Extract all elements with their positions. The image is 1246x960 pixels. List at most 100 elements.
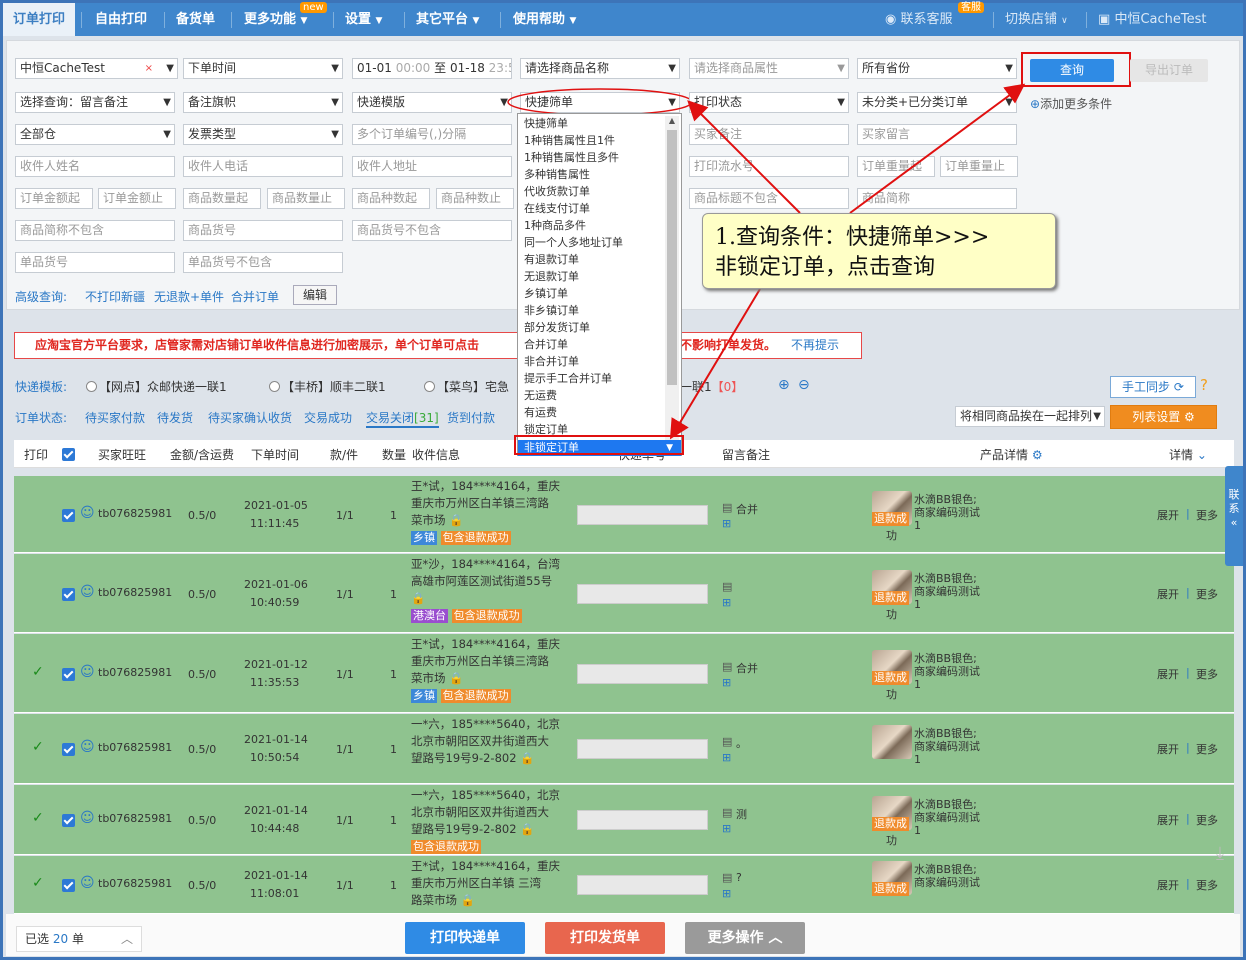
buyer-nick[interactable]: tb076825981 (98, 877, 172, 890)
add-more-conditions-link[interactable]: ⊕添加更多条件 (1030, 95, 1112, 112)
kind-from-input[interactable]: 商品种数起 (352, 188, 430, 209)
add-memo-icon[interactable]: ⊞ (722, 887, 731, 900)
dropdown-option[interactable]: 合并订单 (524, 337, 568, 353)
short-name-exclude-input[interactable]: 商品简称不包含 (15, 220, 175, 241)
gear-icon[interactable]: ⚙ (1032, 448, 1043, 462)
receiver-address-input[interactable]: 收件人地址 (352, 156, 512, 177)
tab-help[interactable]: 使用帮助 ▼ (513, 3, 576, 36)
order-time-select[interactable]: 下单时间 ▼ (183, 58, 343, 79)
express-option-1[interactable]: 【网点】众邮快递一联1 (86, 378, 227, 395)
flag-select[interactable]: 备注旗帜 ▼ (183, 92, 343, 113)
contact-side-tab[interactable]: 联系 « (1225, 466, 1243, 566)
dropdown-option[interactable]: 无退款订单 (524, 269, 579, 285)
dropdown-option[interactable]: 无运费 (524, 388, 557, 404)
lock-icon[interactable]: 🔒 (449, 513, 463, 527)
memo-icon[interactable]: ▤ (722, 580, 732, 593)
multi-order-input[interactable]: 多个订单编号(,)分隔 (352, 124, 512, 145)
lock-icon[interactable]: 🔒 (520, 751, 534, 765)
table-row[interactable]: ✓ ☺ tb076825981 0.5/0 2021-01-12 11:35:5… (14, 634, 1234, 713)
buyer-nick[interactable]: tb076825981 (98, 666, 172, 679)
tracking-number-input[interactable] (577, 810, 708, 830)
row-checkbox[interactable] (62, 509, 75, 522)
dropdown-option[interactable]: 提示手工合并订单 (524, 371, 612, 387)
buyer-nick[interactable]: tb076825981 (98, 812, 172, 825)
memo-icon[interactable]: ▤ (722, 871, 732, 884)
row-checkbox[interactable] (62, 588, 75, 601)
lock-icon[interactable]: 🔒 (411, 591, 425, 605)
expand-link[interactable]: 展开 (1157, 812, 1179, 828)
more-link[interactable]: 更多 (1196, 666, 1218, 682)
dropdown-option[interactable]: 代收货款订单 (524, 184, 590, 200)
lock-icon[interactable]: 🔒 (461, 893, 475, 907)
status-cod[interactable]: 货到付款 (447, 409, 495, 426)
tab-order-print[interactable]: 订单打印 (3, 3, 76, 36)
dropdown-option[interactable]: 1种销售属性且多件 (524, 150, 619, 166)
province-select[interactable]: 所有省份 ▼ (857, 58, 1017, 79)
table-row[interactable]: ✓ ☺ tb076825981 0.5/0 2021-01-14 10:50:5… (14, 714, 1234, 784)
express-template-select[interactable]: 快递模版 ▼ (352, 92, 512, 113)
tab-other-platforms[interactable]: 其它平台 ▼ (416, 3, 479, 36)
receiver-phone-input[interactable]: 收件人电话 (183, 156, 343, 177)
print-shipping-button[interactable]: 打印发货单 (545, 922, 665, 954)
wangwang-icon[interactable]: ☺ (80, 505, 95, 521)
clear-icon[interactable]: × (145, 59, 153, 78)
more-link[interactable]: 更多 (1196, 741, 1218, 757)
dropdown-option[interactable]: 部分发货订单 (524, 320, 590, 336)
kind-to-input[interactable]: 商品种数止 (436, 188, 514, 209)
dismiss-link[interactable]: 不再提示 (791, 333, 839, 358)
invoice-select[interactable]: 发票类型 ▼ (183, 124, 343, 145)
export-orders-button[interactable]: 导出订单 (1130, 59, 1208, 82)
sku-code-input[interactable]: 商品货号 (183, 220, 343, 241)
add-memo-icon[interactable]: ⊞ (722, 517, 731, 530)
buyer-memo-input[interactable]: 买家备注 (689, 124, 849, 145)
express-option-4[interactable]: 一联1【0】 (680, 378, 743, 395)
expand-link[interactable]: 展开 (1157, 507, 1179, 523)
chevron-down-icon[interactable]: ⌄ (1197, 448, 1207, 462)
status-wait-ship[interactable]: 待发货 (157, 409, 193, 426)
select-all-checkbox[interactable] (62, 448, 75, 461)
amount-from-input[interactable]: 订单金额起 (15, 188, 93, 209)
sku-exclude-input[interactable]: 商品货号不包含 (352, 220, 512, 241)
row-checkbox[interactable] (62, 743, 75, 756)
scroll-up-icon[interactable]: ▲ (665, 116, 679, 125)
tracking-number-input[interactable] (577, 584, 708, 604)
status-success[interactable]: 交易成功 (304, 409, 352, 426)
dropdown-option[interactable]: 多种销售属性 (524, 167, 590, 183)
amount-to-input[interactable]: 订单金额止 (98, 188, 176, 209)
memo-icon[interactable]: ▤ (722, 806, 732, 819)
print-serial-input[interactable]: 打印流水号 (689, 156, 849, 177)
memo-icon[interactable]: ▤ (722, 735, 732, 748)
wangwang-icon[interactable]: ☺ (80, 664, 95, 680)
expand-link[interactable]: 展开 (1157, 586, 1179, 602)
table-row[interactable]: ✓ ☺ tb076825981 0.5/0 2021-01-14 10:44:4… (14, 785, 1234, 855)
row-checkbox[interactable] (62, 879, 75, 892)
status-closed[interactable]: 交易关闭[31] (366, 409, 439, 428)
buyer-nick[interactable]: tb076825981 (98, 741, 172, 754)
add-memo-icon[interactable]: ⊞ (722, 676, 731, 689)
status-wait-confirm[interactable]: 待买家确认收货 (208, 409, 292, 426)
scrollbar-thumb[interactable] (667, 130, 677, 385)
tab-more-features[interactable]: 更多功能 ▼ (244, 3, 307, 36)
buyer-message-input[interactable]: 买家留言 (857, 124, 1017, 145)
group-select[interactable]: 将相同商品挨在一起排列 ▼ (955, 406, 1105, 427)
qty-to-input[interactable]: 商品数量止 (267, 188, 345, 209)
row-checkbox[interactable] (62, 668, 75, 681)
date-range-input[interactable]: 01-01 00:00 至 01-18 23:59 (352, 58, 512, 79)
advanced-no-refund-single[interactable]: 无退款+单件 (154, 288, 224, 305)
receiver-name-input[interactable]: 收件人姓名 (15, 156, 175, 177)
manual-sync-button[interactable]: 手工同步 ⟳ (1110, 376, 1196, 398)
more-ops-button[interactable]: 更多操作 ︿ (685, 922, 805, 954)
buyer-nick[interactable]: tb076825981 (98, 507, 172, 520)
product-attr-select[interactable]: 请选择商品属性 ▼ (689, 58, 849, 79)
wangwang-icon[interactable]: ☺ (80, 739, 95, 755)
add-memo-icon[interactable]: ⊞ (722, 596, 731, 609)
table-row[interactable]: ☺ tb076825981 0.5/0 2021-01-06 10:40:59 … (14, 554, 1234, 633)
table-row[interactable]: ✓ ☺ tb076825981 0.5/0 2021-01-14 11:08:0… (14, 856, 1234, 914)
memo-icon[interactable]: ▤ (722, 660, 732, 673)
short-name-input[interactable]: 商品简称 (857, 188, 1017, 209)
wangwang-icon[interactable]: ☺ (80, 875, 95, 891)
dropdown-option[interactable]: 快捷筛单 (524, 116, 568, 132)
title-exclude-input[interactable]: 商品标题不包含 (689, 188, 849, 209)
query-field-select[interactable]: 选择查询：留言备注 ▼ (15, 92, 175, 113)
print-express-button[interactable]: 打印快递单 (405, 922, 525, 954)
